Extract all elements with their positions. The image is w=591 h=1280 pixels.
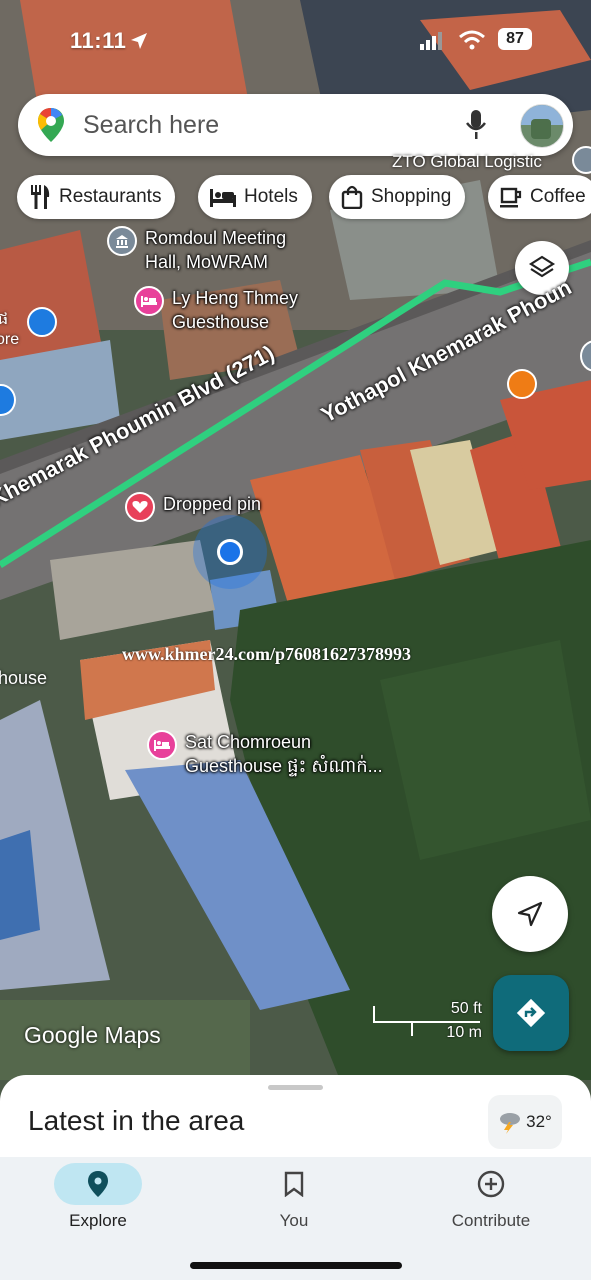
poi-label-partial: ore bbox=[0, 331, 20, 348]
watermark: www.khmer24.com/p76081627378993 bbox=[122, 644, 411, 664]
tab-explore[interactable]: Explore bbox=[38, 1157, 158, 1231]
fork-knife-icon bbox=[29, 185, 51, 209]
status-time: 11:11 bbox=[70, 28, 127, 53]
poi-label-partial: ZTO Global Logistic bbox=[392, 152, 542, 171]
poi-romdoul-meeting-hall[interactable]: Romdoul Meeting Hall, MoWRAM bbox=[107, 226, 286, 274]
chip-label: Hotels bbox=[244, 186, 298, 207]
status-bar: 11:11 87 bbox=[0, 0, 591, 80]
shopping-poi-icon[interactable] bbox=[27, 307, 57, 337]
current-location-dot bbox=[217, 539, 243, 565]
microphone-icon[interactable] bbox=[465, 110, 487, 140]
poi-label: Ly Heng Thmey Guesthouse bbox=[172, 288, 299, 332]
chip-shopping[interactable]: Shopping bbox=[329, 175, 466, 219]
chip-label: Coffee bbox=[530, 186, 586, 207]
weather-badge[interactable]: 32° bbox=[488, 1095, 562, 1149]
temperature: 32° bbox=[526, 1112, 552, 1131]
google-maps-logo: Google Maps bbox=[24, 1022, 161, 1048]
scale-metric: 10 m bbox=[446, 1024, 482, 1041]
bed-icon bbox=[147, 730, 177, 760]
google-maps-pin-icon bbox=[38, 108, 64, 142]
plus-circle-icon bbox=[447, 1163, 535, 1205]
sheet-title: Latest in the area bbox=[28, 1105, 245, 1136]
avatar[interactable] bbox=[520, 104, 564, 148]
poi-label-partial: house bbox=[0, 668, 48, 688]
navigation-arrow-icon bbox=[517, 901, 543, 927]
directions-button[interactable] bbox=[493, 975, 569, 1051]
tab-label: Contribute bbox=[451, 1211, 531, 1230]
battery-indicator: 87 bbox=[498, 28, 532, 50]
chip-label: Restaurants bbox=[59, 186, 162, 207]
heart-icon bbox=[125, 492, 155, 522]
poi-label-partial: ផ bbox=[0, 311, 9, 328]
poi-sat-chomroeun[interactable]: Sat Chomroeun Guesthouse ផ្ទះ សំណាក់... bbox=[147, 730, 383, 778]
scale-imperial: 50 ft bbox=[450, 1000, 482, 1017]
search-bar[interactable]: Search here bbox=[18, 94, 573, 156]
bottom-navigation: Explore You Contribute bbox=[0, 1157, 591, 1280]
chip-label: Shopping bbox=[371, 186, 452, 207]
thunderstorm-icon bbox=[500, 1113, 521, 1134]
tab-label: You bbox=[279, 1211, 309, 1230]
tab-contribute[interactable]: Contribute bbox=[431, 1157, 551, 1231]
cellular-signal-icon bbox=[420, 32, 442, 50]
poi-label: Dropped pin bbox=[163, 494, 262, 514]
shopping-bag-icon bbox=[341, 185, 363, 209]
layers-icon bbox=[528, 255, 556, 278]
directions-icon bbox=[516, 998, 546, 1028]
bed-icon bbox=[134, 286, 164, 316]
my-location-button[interactable] bbox=[492, 876, 568, 952]
search-input[interactable]: Search here bbox=[83, 111, 219, 140]
location-arrow-icon bbox=[131, 33, 147, 49]
chip-coffee[interactable]: Coffee bbox=[488, 175, 591, 219]
building-icon bbox=[107, 226, 137, 256]
home-indicator bbox=[190, 1262, 402, 1269]
map-scale: 50 ft 10 m bbox=[372, 998, 482, 1048]
coffee-poi-icon[interactable] bbox=[507, 369, 537, 399]
wifi-icon bbox=[459, 30, 485, 50]
poi-ly-heng-thmey[interactable]: Ly Heng Thmey Guesthouse bbox=[134, 286, 298, 334]
chip-restaurants[interactable]: Restaurants bbox=[17, 175, 176, 219]
chip-hotels[interactable]: Hotels bbox=[198, 175, 312, 219]
coffee-cup-icon bbox=[500, 186, 522, 208]
bed-icon bbox=[210, 187, 236, 207]
location-pin-icon bbox=[54, 1163, 142, 1205]
poi-label: Sat Chomroeun Guesthouse ផ្ទះ សំណាក់... bbox=[185, 732, 383, 776]
tab-you[interactable]: You bbox=[234, 1157, 354, 1231]
sheet-handle[interactable] bbox=[268, 1085, 323, 1090]
tab-label: Explore bbox=[69, 1211, 127, 1230]
bookmark-icon bbox=[250, 1163, 338, 1205]
poi-label: Romdoul Meeting Hall, MoWRAM bbox=[145, 228, 287, 272]
